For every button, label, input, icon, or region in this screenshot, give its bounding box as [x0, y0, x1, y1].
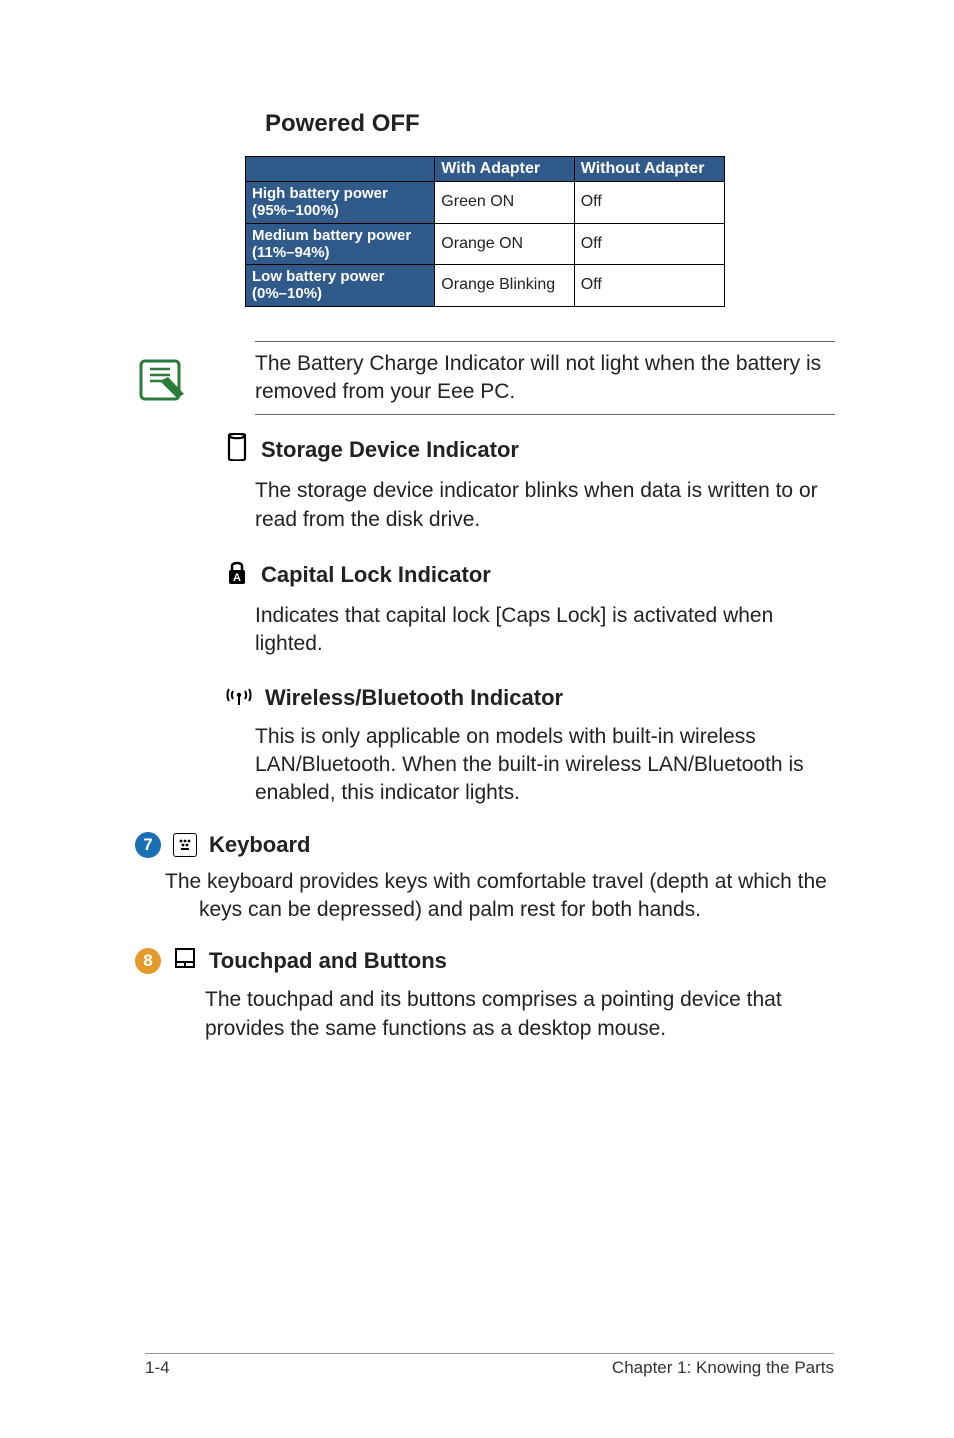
keyboard-body: The keyboard provides keys with comforta… — [135, 868, 839, 925]
row-label: Low battery power — [252, 268, 385, 285]
cell: Orange ON — [435, 223, 574, 265]
table-row: High battery power (95%–100%) Green ON O… — [246, 182, 725, 224]
note-icon — [135, 355, 185, 410]
table-row: Low battery power (0%–10%) Orange Blinki… — [246, 265, 725, 307]
touchpad-body: The touchpad and its buttons comprises a… — [205, 986, 815, 1043]
col-with-adapter: With Adapter — [435, 157, 574, 182]
row-label: High battery power — [252, 185, 388, 202]
wifi-title: Wireless/Bluetooth Indicator — [265, 685, 563, 711]
storage-title: Storage Device Indicator — [261, 437, 519, 463]
table-empty-corner — [246, 157, 435, 182]
cell: Off — [574, 223, 724, 265]
touchpad-icon — [173, 946, 197, 976]
storage-body: The storage device indicator blinks when… — [255, 477, 835, 534]
cell: Off — [574, 182, 724, 224]
bullet-8: 8 — [135, 948, 161, 974]
cell: Off — [574, 265, 724, 307]
keyboard-icon — [173, 833, 197, 857]
svg-text:A: A — [233, 572, 241, 584]
row-sublabel: (0%–10%) — [252, 285, 322, 302]
wireless-icon — [225, 683, 253, 713]
keyboard-title: Keyboard — [209, 832, 310, 858]
section-heading: Powered OFF — [265, 110, 834, 138]
powered-off-table: With Adapter Without Adapter High batter… — [245, 156, 725, 307]
bullet-7: 7 — [135, 832, 161, 858]
chapter-label: Chapter 1: Knowing the Parts — [612, 1358, 834, 1378]
note-text: The Battery Charge Indicator will not li… — [255, 350, 835, 407]
lock-icon: A — [225, 558, 249, 592]
storage-icon — [225, 433, 249, 467]
row-sublabel: (11%–94%) — [252, 244, 330, 261]
page-number: 1-4 — [145, 1358, 170, 1378]
row-sublabel: (95%–100%) — [252, 202, 339, 219]
cell: Green ON — [435, 182, 574, 224]
wifi-body: This is only applicable on models with b… — [255, 723, 835, 808]
caps-body: Indicates that capital lock [Caps Lock] … — [255, 602, 835, 659]
caps-title: Capital Lock Indicator — [261, 562, 491, 588]
row-label: Medium battery power — [252, 227, 411, 244]
touchpad-title: Touchpad and Buttons — [209, 948, 447, 974]
col-without-adapter: Without Adapter — [574, 157, 724, 182]
cell: Orange Blinking — [435, 265, 574, 307]
table-row: Medium battery power (11%–94%) Orange ON… — [246, 223, 725, 265]
